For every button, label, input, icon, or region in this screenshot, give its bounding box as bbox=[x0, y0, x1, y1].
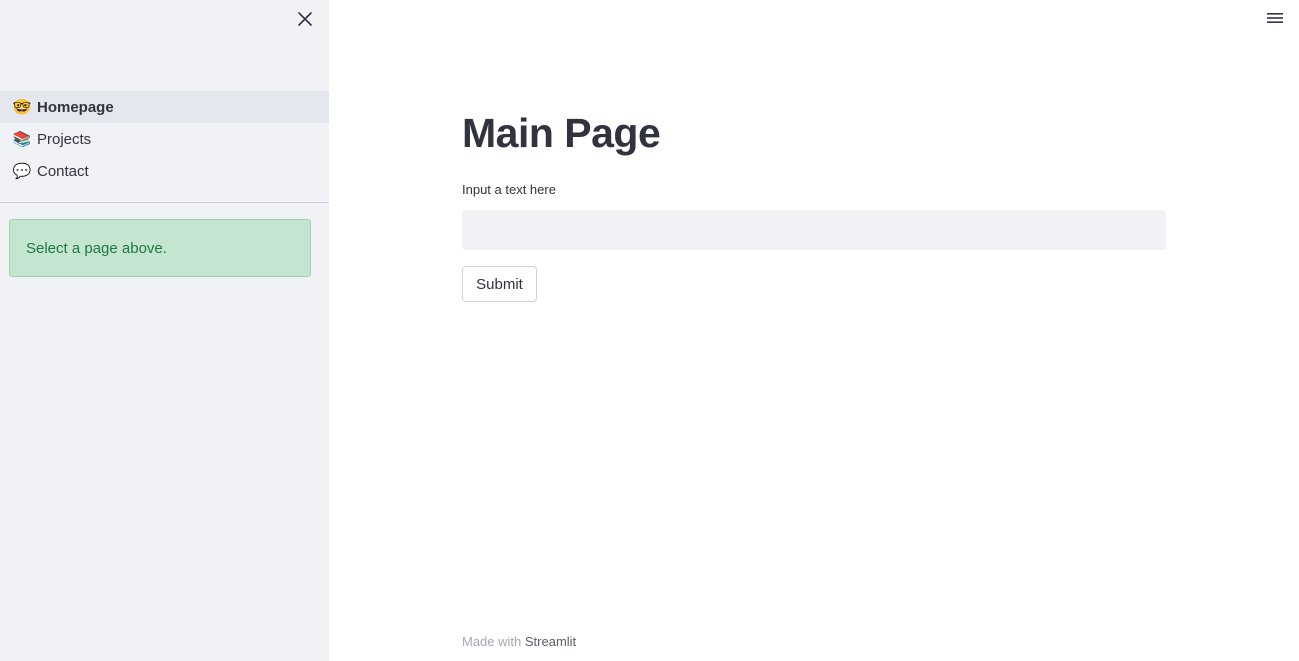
sidebar-item-projects[interactable]: 📚 Projects bbox=[0, 123, 329, 155]
page-title: Main Page bbox=[462, 110, 661, 156]
sidebar-close-button[interactable] bbox=[295, 9, 315, 29]
sidebar-divider bbox=[0, 202, 329, 203]
text-input-label: Input a text here bbox=[462, 182, 556, 197]
books-icon: 📚 bbox=[12, 131, 32, 148]
footer: Made with Streamlit bbox=[462, 634, 576, 649]
sidebar-item-contact[interactable]: 💬 Contact bbox=[0, 155, 329, 187]
sidebar-item-label: Homepage bbox=[37, 98, 114, 116]
streamlit-link[interactable]: Streamlit bbox=[525, 634, 576, 649]
info-alert: Select a page above. bbox=[9, 219, 311, 277]
sidebar-item-homepage[interactable]: 🤓 Homepage bbox=[0, 91, 329, 123]
submit-button[interactable]: Submit bbox=[462, 266, 537, 302]
footer-made-with: Made with bbox=[462, 634, 522, 649]
speech-bubble-icon: 💬 bbox=[12, 163, 32, 180]
nerd-face-icon: 🤓 bbox=[12, 99, 32, 116]
sidebar-nav: 🤓 Homepage 📚 Projects 💬 Contact bbox=[0, 91, 329, 187]
text-input[interactable] bbox=[462, 210, 1166, 250]
close-icon bbox=[298, 12, 312, 26]
sidebar-item-label: Contact bbox=[37, 162, 89, 180]
sidebar: 🤓 Homepage 📚 Projects 💬 Contact Select a… bbox=[0, 0, 329, 661]
main-menu-button[interactable] bbox=[1266, 11, 1284, 25]
hamburger-menu-icon bbox=[1267, 13, 1283, 23]
info-alert-text: Select a page above. bbox=[26, 239, 167, 257]
app-root: 🤓 Homepage 📚 Projects 💬 Contact Select a… bbox=[0, 0, 1299, 661]
sidebar-item-label: Projects bbox=[37, 130, 92, 148]
